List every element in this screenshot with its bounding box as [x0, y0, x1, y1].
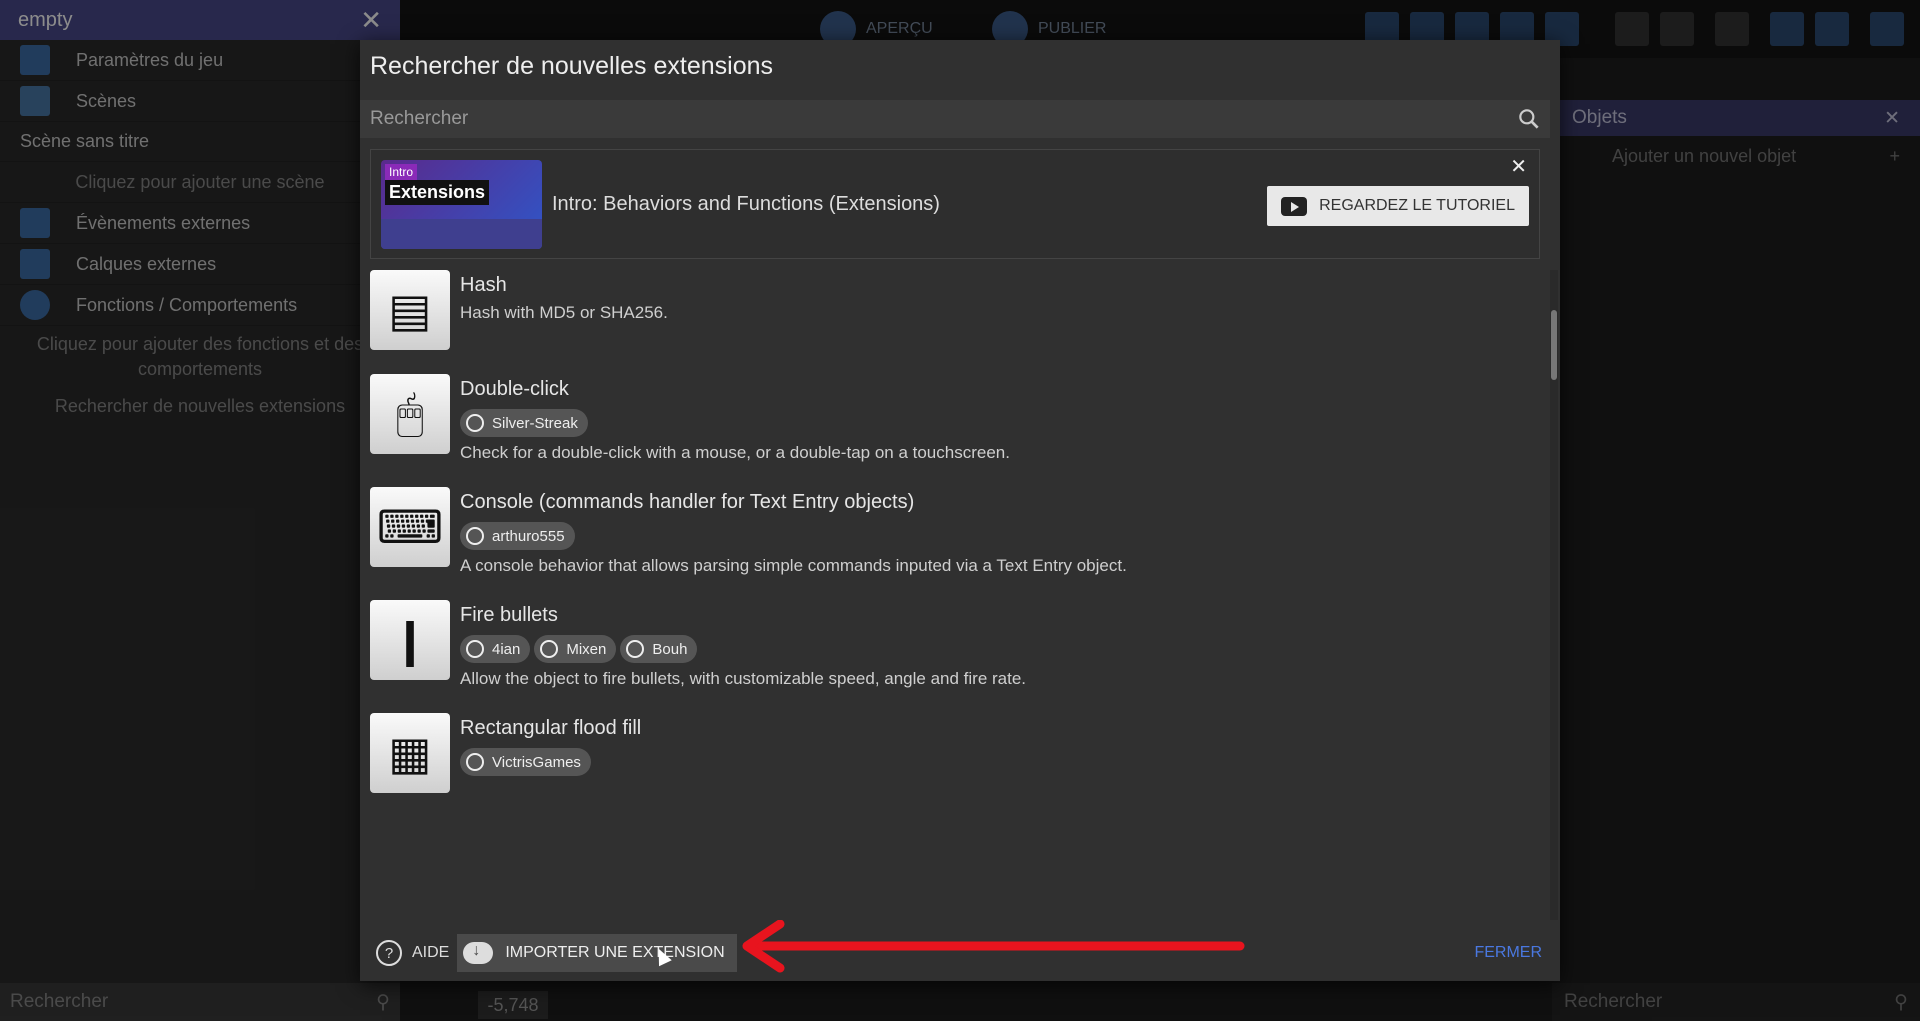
help-label: AIDE	[412, 944, 450, 961]
author-name: Bouh	[652, 640, 688, 658]
extension-name: Console (commands handler for Text Entry…	[460, 491, 915, 513]
thumb-tag: Intro	[385, 163, 418, 180]
face-icon	[466, 753, 484, 771]
import-extension-button[interactable]: IMPORTER UNE EXTENSION	[457, 934, 737, 972]
face-icon	[626, 640, 645, 658]
thumb-title: Extensions	[385, 179, 490, 205]
tutorial-thumbnail[interactable]: Intro Extensions	[381, 159, 542, 249]
author-name: 4ian	[492, 640, 521, 658]
shredder-icon: ▤	[370, 270, 450, 350]
extension-description: A console behavior that allows parsing s…	[460, 556, 1127, 575]
author-chip[interactable]: Silver-Streak	[460, 409, 588, 437]
author-chip[interactable]: Bouh	[620, 635, 698, 663]
face-icon	[466, 527, 484, 545]
author-chip[interactable]: arthuro555	[460, 522, 575, 550]
tutorial-card: Intro Extensions Intro: Behaviors and Fu…	[370, 149, 1540, 259]
import-label: IMPORTER UNE EXTENSION	[505, 944, 725, 961]
dialog-title: Rechercher de nouvelles extensions	[370, 52, 774, 80]
terminal-icon: ⌨	[370, 487, 450, 567]
grid-fill-icon: ▦	[370, 713, 450, 793]
extension-description: Hash with MD5 or SHA256.	[460, 303, 668, 322]
close-icon[interactable]: ✕	[1510, 154, 1527, 179]
extension-description: Check for a double-click with a mouse, o…	[460, 443, 1010, 462]
list-item[interactable]: ▦ Rectangular flood fill VictrisGames	[370, 713, 1540, 793]
author-chip[interactable]: VictrisGames	[460, 748, 591, 776]
list-item[interactable]: ⌨ Console (commands handler for Text Ent…	[370, 487, 1540, 576]
help-icon: ?	[376, 940, 402, 966]
extension-name: Double-click	[460, 378, 569, 400]
thumb-scene	[381, 218, 542, 249]
extension-name: Fire bullets	[460, 604, 558, 626]
author-name: Silver-Streak	[492, 414, 578, 432]
scrollbar-thumb[interactable]	[1551, 310, 1557, 380]
watch-tutorial-button[interactable]: REGARDEZ LE TUTORIEL	[1267, 186, 1529, 226]
face-icon	[466, 640, 484, 658]
extension-list: ▤ Hash Hash with MD5 or SHA256. 🖱 Double…	[370, 270, 1540, 920]
extension-name: Rectangular flood fill	[460, 717, 642, 739]
author-name: arthuro555	[492, 527, 565, 545]
extension-name: Hash	[460, 274, 507, 296]
extension-description: Allow the object to fire bullets, with c…	[460, 669, 1027, 688]
face-icon	[466, 414, 484, 432]
author-chip[interactable]: Mixen	[534, 635, 617, 663]
author-name: Mixen	[566, 640, 607, 658]
help-button[interactable]: ? AIDE	[376, 940, 449, 966]
list-item[interactable]: 🖱 Double-click Silver-Streak Check for a…	[370, 374, 1540, 463]
author-chip[interactable]: 4ian	[460, 635, 531, 663]
extensions-dialog: Rechercher de nouvelles extensions Reche…	[360, 40, 1560, 981]
extension-search-input[interactable]: Rechercher	[360, 100, 1550, 138]
search-placeholder: Rechercher	[370, 108, 469, 129]
list-item[interactable]: ▤ Hash Hash with MD5 or SHA256.	[370, 270, 1540, 350]
annotation-arrow-icon	[742, 920, 1245, 973]
list-scrollbar[interactable]	[1550, 270, 1558, 920]
tutorial-title: Intro: Behaviors and Functions (Extensio…	[552, 192, 940, 215]
list-item[interactable]: ❙ Fire bullets 4ian Mixen Bouh Allow the…	[370, 600, 1540, 689]
youtube-icon	[1281, 196, 1308, 216]
mouse-icon: 🖱	[370, 374, 450, 454]
face-icon	[540, 640, 559, 658]
author-name: VictrisGames	[492, 753, 581, 771]
close-button[interactable]: FERMER	[1474, 944, 1542, 962]
cloud-download-icon	[463, 942, 494, 964]
bullet-icon: ❙	[370, 600, 450, 680]
watch-tutorial-label: REGARDEZ LE TUTORIEL	[1319, 197, 1515, 214]
search-icon	[1519, 109, 1539, 129]
